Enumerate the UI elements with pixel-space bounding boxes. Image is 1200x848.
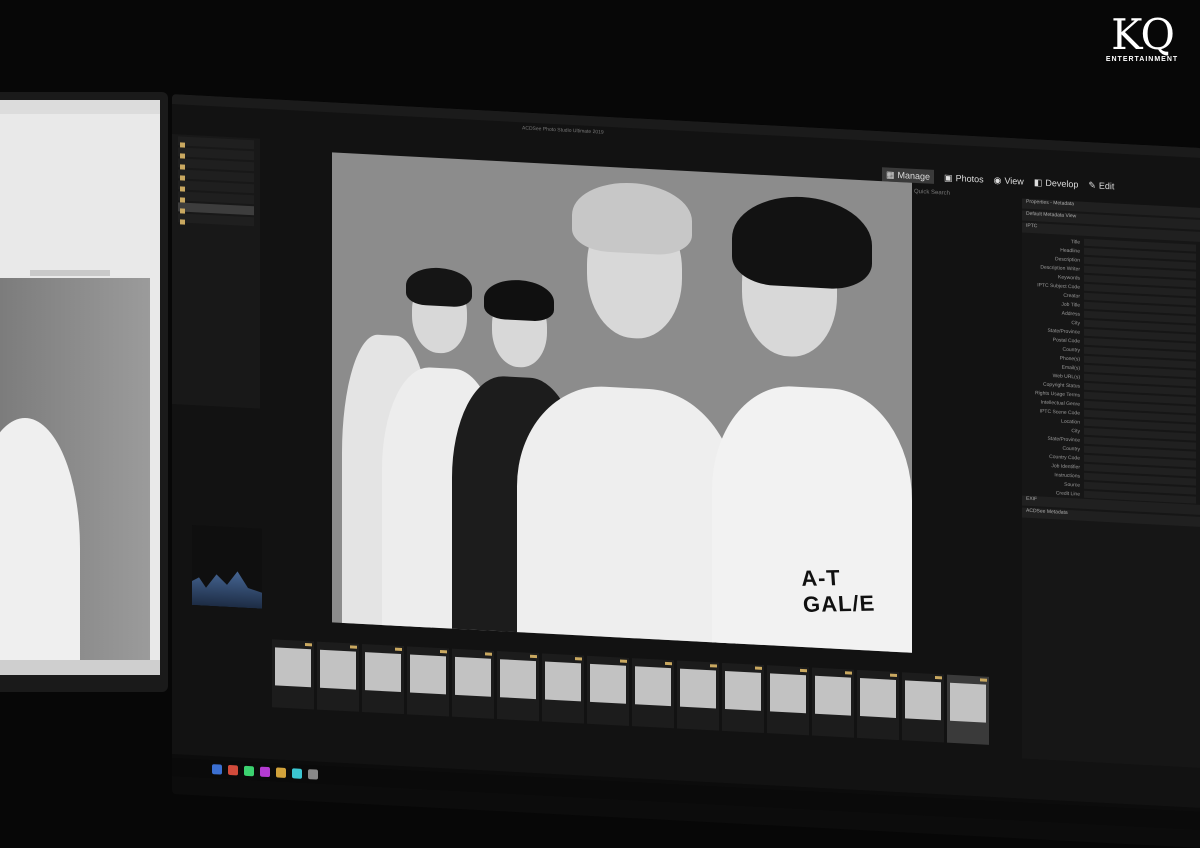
person-blond (517, 172, 737, 653)
iptc-fields: Title Headline Description Description Writ… (1022, 235, 1200, 505)
folder-icon (180, 219, 185, 225)
mode-label: Develop (1045, 177, 1079, 190)
file-type-tag (800, 668, 807, 673)
left-photo-figure (0, 418, 80, 675)
file-type-tag (485, 652, 492, 656)
thumbnail-image (635, 666, 671, 707)
taskbar-app-icon[interactable] (244, 765, 254, 777)
thumbnail-image (455, 656, 491, 697)
filmstrip-thumbnail[interactable] (452, 648, 494, 719)
filmstrip-thumbnail[interactable] (317, 641, 359, 712)
mode-develop[interactable]: ◧ Develop (1034, 175, 1079, 191)
logo-mark: KQ (1111, 10, 1175, 59)
taskbar-app-icon[interactable] (292, 768, 302, 779)
file-type-tag (665, 661, 672, 666)
file-type-tag (395, 647, 402, 652)
filmstrip-thumbnail[interactable] (902, 672, 944, 743)
grid-icon: ▦ (886, 168, 895, 180)
file-type-tag (980, 678, 987, 682)
left-window-text (30, 270, 110, 276)
thumbnail-image (770, 673, 806, 714)
file-type-tag (845, 671, 852, 675)
filmstrip-thumbnail[interactable] (542, 653, 584, 724)
taskbar-app-icon[interactable] (212, 764, 222, 775)
thumbnail-image (545, 661, 581, 702)
file-type-tag (890, 673, 897, 677)
app-title: ACDSee Photo Studio Ultimate 2019 (522, 125, 604, 136)
file-type-tag (935, 675, 942, 680)
logo-subtitle: ENTERTAINMENT (1105, 56, 1179, 63)
file-type-tag (620, 659, 627, 663)
filmstrip-thumbnail[interactable] (362, 643, 404, 715)
photo-app-window: ACDSee Photo Studio Ultimate 2019 ▦ Manag… (172, 94, 1200, 833)
file-type-tag (530, 654, 537, 659)
thumbnail-image (590, 663, 626, 704)
thumbnail-image (905, 680, 941, 721)
thumbnail-image (410, 654, 446, 695)
file-type-tag (305, 642, 312, 647)
taskbar-app-icon[interactable] (228, 764, 238, 776)
mode-edit[interactable]: ✎ Edit (1088, 178, 1114, 193)
filmstrip-thumbnail[interactable] (497, 651, 539, 722)
filmstrip-thumbnail[interactable] (632, 658, 674, 729)
histogram-panel (192, 525, 262, 609)
left-window-titlebar (0, 100, 160, 114)
thumbnail-image (725, 670, 761, 711)
left-photo-preview (0, 278, 150, 675)
dark-hair (732, 193, 872, 291)
mode-label: View (1004, 175, 1024, 187)
edit-icon: ✎ (1088, 179, 1096, 190)
filmstrip-thumbnail[interactable] (812, 667, 854, 738)
file-type-tag (350, 645, 357, 649)
thumbnail-image (320, 649, 356, 690)
left-taskbar (0, 660, 160, 675)
develop-icon: ◧ (1033, 176, 1043, 188)
thumbnail-image (365, 652, 401, 693)
folders-pane (172, 134, 260, 409)
main-photo-preview[interactable]: A-T GAL/E (332, 152, 912, 653)
metadata-panel: Properties - Metadata Default Metadata V… (1022, 198, 1200, 768)
mode-photos[interactable]: ▣ Photos (944, 170, 984, 186)
thumbnail-image (950, 682, 986, 723)
filmstrip-thumbnail[interactable] (677, 660, 719, 731)
eye-icon: ◉ (993, 174, 1002, 185)
photos-icon: ▣ (944, 171, 953, 183)
main-monitor: ACDSee Photo Studio Ultimate 2019 ▦ Manag… (172, 94, 1200, 848)
mode-label: Manage (897, 170, 931, 182)
mode-label: Edit (1098, 180, 1115, 192)
filmstrip-thumbnail[interactable] (722, 662, 764, 734)
taskbar-app-icon[interactable] (276, 767, 286, 778)
mode-label: Photos (955, 173, 984, 185)
folder-item[interactable] (178, 213, 254, 227)
file-type-tag (575, 657, 582, 661)
thumbnail-image (500, 659, 536, 700)
filmstrip-thumbnail[interactable] (407, 646, 449, 717)
filmstrip-thumbnail[interactable] (272, 639, 314, 710)
kq-logo: KQ ENTERTAINMENT (1102, 14, 1182, 74)
filmstrip-thumbnail[interactable] (767, 665, 809, 736)
filmstrip-thumbnail[interactable] (587, 655, 629, 726)
taskbar-app-icon[interactable] (308, 769, 318, 780)
thumbnail-image (815, 675, 851, 716)
filmstrip (272, 639, 1032, 749)
file-type-tag (710, 664, 717, 668)
menu-bar[interactable] (172, 94, 1200, 158)
windows-taskbar (172, 758, 1200, 833)
filmstrip-thumbnail[interactable] (947, 674, 989, 745)
file-type-tag (755, 666, 762, 670)
left-monitor-screen (0, 100, 160, 675)
blond-hair (572, 179, 692, 257)
thumbnail-image (680, 668, 716, 709)
thumbnail-image (275, 647, 311, 688)
taskbar-app-icon[interactable] (260, 766, 270, 778)
filmstrip-thumbnail[interactable] (857, 669, 899, 741)
jacket-lettering: A-T GAL/E (800, 565, 876, 617)
mode-view[interactable]: ◉ View (994, 173, 1024, 189)
white-sweater (517, 382, 737, 653)
file-type-tag (440, 650, 447, 654)
histogram-graph (192, 565, 262, 609)
quick-search-input[interactable]: Quick Search (914, 189, 950, 197)
thumbnail-image (860, 678, 896, 718)
